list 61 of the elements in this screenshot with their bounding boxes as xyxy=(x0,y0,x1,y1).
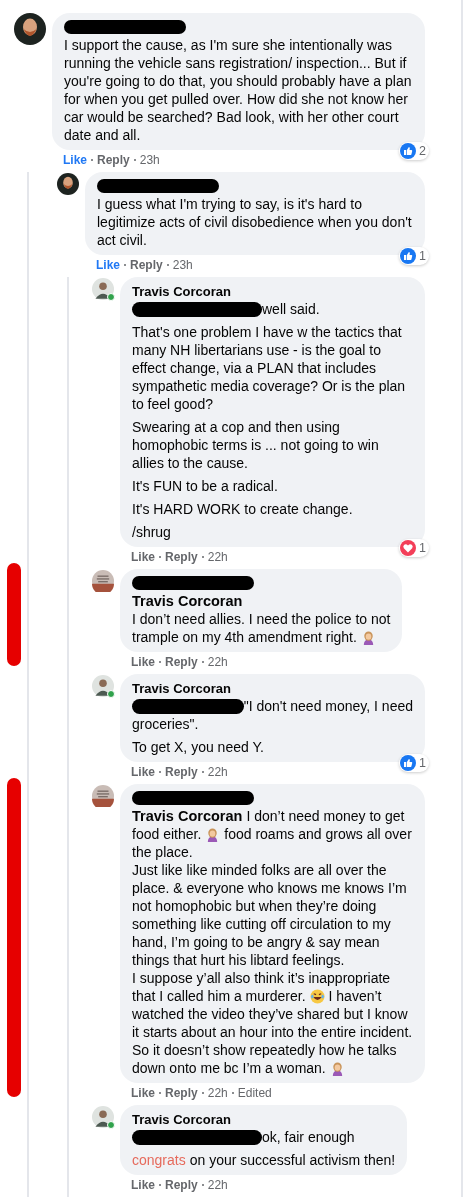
thumbs-up-icon xyxy=(400,755,417,771)
like-link[interactable]: Like xyxy=(131,1178,155,1192)
like-link[interactable]: Like xyxy=(131,1086,155,1100)
author-name[interactable]: Travis Corcoran xyxy=(132,284,413,300)
edited-label[interactable]: Edited xyxy=(237,1086,272,1100)
like-link[interactable]: Like xyxy=(131,550,155,564)
timestamp[interactable]: 22h xyxy=(207,655,228,669)
reply-link[interactable]: Reply xyxy=(130,258,163,272)
timestamp[interactable]: 23h xyxy=(172,258,193,272)
comment-text: trample on my 4th amendment right. xyxy=(132,628,357,646)
comment-text: I support the cause, as I'm sure she intentionally was running the vehicle sans registration/ inspection... But if you're going to do that, you should probably have a plan for when you get pulled over. How did she not know her car would be searched? Bad look, with her other court date and all. xyxy=(64,37,412,143)
comment-text: It's HARD WORK to create change. xyxy=(132,501,353,517)
avatar[interactable] xyxy=(92,1106,114,1128)
comment-text: that I called him a murderer. xyxy=(132,987,306,1005)
reply-link[interactable]: Reply xyxy=(165,1086,198,1100)
comment-text: I don’t need allies. I need the police to not xyxy=(132,611,391,627)
avatar[interactable] xyxy=(92,675,114,697)
like-link[interactable]: Like xyxy=(96,258,120,272)
reply-link[interactable]: Reply xyxy=(97,153,130,167)
laughing-face-icon xyxy=(309,988,325,1004)
comment-text: Swearing at a cop and then using homophobic terms is ... not going to win allies to the cause. xyxy=(132,419,379,471)
comment-text: /shrug xyxy=(132,524,171,540)
thumbs-up-icon xyxy=(400,143,417,159)
author-name[interactable]: Travis Corcoran xyxy=(132,1112,396,1128)
comment-text: groceries". xyxy=(132,716,199,732)
reply-link[interactable]: Reply xyxy=(165,655,198,669)
mention-link[interactable]: Travis Corcoran xyxy=(132,807,243,825)
like-link[interactable]: Like xyxy=(63,153,87,167)
comment-text: I guess what I'm trying to say, is it's hard to legitimize acts of civil disobedience when you don't act civil. xyxy=(97,196,412,248)
comment-text: ok, fair enough xyxy=(262,1128,355,1146)
reaction-badge[interactable]: 1 xyxy=(399,247,429,265)
like-link[interactable]: Like xyxy=(131,765,155,779)
comment-text: To get X, you need Y. xyxy=(132,739,264,755)
reply-link[interactable]: Reply xyxy=(165,765,198,779)
timestamp[interactable]: 22h xyxy=(207,765,228,779)
comment-text: down onto me bc I’m a woman. xyxy=(132,1059,326,1077)
comment-text: That's one problem I have w the tactics that many NH libertarians use - is the goal to effect change, via a PLAN that includes sympathetic media coverage? Or is the plan to feel good? xyxy=(132,324,406,412)
timestamp[interactable]: 22h xyxy=(207,1178,228,1192)
comment-text: on your successful activism then! xyxy=(189,1151,396,1169)
like-link[interactable]: Like xyxy=(131,655,155,669)
comment-text: food either. xyxy=(132,825,202,843)
comment-text: It's FUN to be a radical. xyxy=(132,478,278,494)
reaction-badge[interactable]: 1 xyxy=(399,754,429,772)
comment-text: I haven’t xyxy=(328,987,382,1005)
mention-link[interactable]: Travis Corcoran xyxy=(132,593,243,609)
comment-text: food roams and grows all over xyxy=(224,825,412,843)
timestamp[interactable]: 22h xyxy=(207,1086,228,1100)
reply-link[interactable]: Reply xyxy=(165,550,198,564)
reaction-badge[interactable]: 2 xyxy=(399,142,429,160)
timestamp[interactable]: 23h xyxy=(139,153,160,167)
avatar[interactable] xyxy=(92,278,114,300)
author-name[interactable]: Travis Corcoran xyxy=(132,681,413,697)
thumbs-up-icon xyxy=(400,248,417,264)
comment-text: I don’t need money to get xyxy=(246,807,405,825)
comment-text: well said. xyxy=(262,300,320,318)
avatar[interactable] xyxy=(57,173,79,195)
comment-text: "I don't need money, I need xyxy=(243,697,413,715)
reaction-badge[interactable]: 1 xyxy=(399,539,429,557)
reply-link[interactable]: Reply xyxy=(165,1178,198,1192)
avatar[interactable] xyxy=(14,13,46,45)
timestamp[interactable]: 22h xyxy=(207,550,228,564)
